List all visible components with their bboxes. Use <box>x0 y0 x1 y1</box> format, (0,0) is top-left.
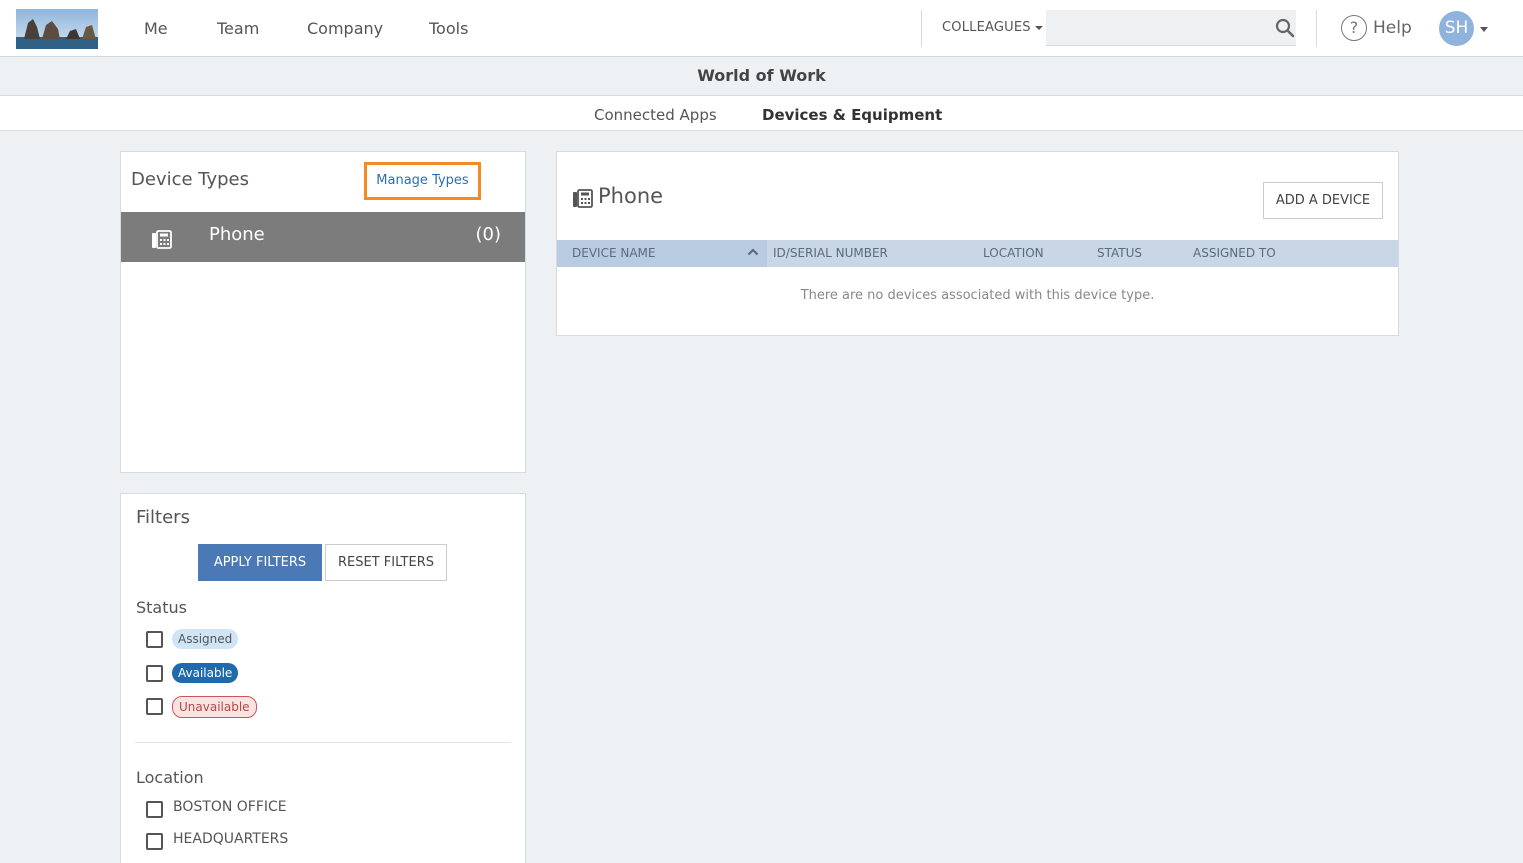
avatar[interactable]: SH <box>1439 11 1474 46</box>
device-types-heading: Device Types <box>131 169 250 190</box>
colleagues-dropdown[interactable]: COLLEAGUES <box>942 20 1043 35</box>
filters-heading: Filters <box>136 507 190 528</box>
phone-icon <box>573 189 593 208</box>
device-table-header: DEVICE NAME ID/SERIAL NUMBER LOCATION ST… <box>557 240 1398 267</box>
status-unavailable-checkbox[interactable] <box>146 698 163 715</box>
chevron-down-icon <box>1034 25 1043 30</box>
nav-company[interactable]: Company <box>307 19 383 38</box>
top-navbar: Me Team Company Tools COLLEAGUES ? Help … <box>0 0 1523 57</box>
nav-team[interactable]: Team <box>217 19 259 38</box>
tab-connected-apps[interactable]: Connected Apps <box>594 106 717 124</box>
reset-filters-button[interactable]: RESET FILTERS <box>325 544 447 581</box>
device-list-title: Phone <box>598 184 664 208</box>
column-device-name[interactable]: DEVICE NAME <box>572 246 655 260</box>
manage-types-link[interactable]: Manage Types <box>364 162 481 200</box>
sub-navigation: Connected Apps Devices & Equipment <box>0 95 1523 131</box>
question-mark-icon: ? <box>1341 15 1367 41</box>
colleagues-label: COLLEAGUES <box>942 20 1031 35</box>
tab-devices-equipment[interactable]: Devices & Equipment <box>762 106 942 124</box>
empty-state-message: There are no devices associated with thi… <box>800 288 1155 303</box>
apply-filters-button[interactable]: APPLY FILTERS <box>198 544 322 581</box>
location-boston-label: BOSTON OFFICE <box>173 799 287 815</box>
device-type-name: Phone <box>209 224 265 245</box>
page-title: World of Work <box>697 66 826 85</box>
device-type-item-phone[interactable]: Phone (0) <box>121 212 525 262</box>
location-label: Location <box>136 768 204 787</box>
add-device-button[interactable]: ADD A DEVICE <box>1263 182 1383 219</box>
filters-panel: Filters APPLY FILTERS RESET FILTERS Stat… <box>120 493 526 863</box>
column-serial-number[interactable]: ID/SERIAL NUMBER <box>773 246 888 260</box>
status-assigned-checkbox[interactable] <box>146 631 163 648</box>
device-types-panel: Device Types Manage Types Phone (0) <box>120 151 526 473</box>
nav-divider <box>921 10 922 47</box>
nav-tools[interactable]: Tools <box>429 19 468 38</box>
location-headquarters-label: HEADQUARTERS <box>173 831 289 847</box>
help-label: Help <box>1373 18 1412 38</box>
search-input[interactable] <box>1046 10 1296 46</box>
device-type-count: (0) <box>475 224 502 245</box>
status-badge-assigned: Assigned <box>172 629 239 649</box>
location-headquarters-checkbox[interactable] <box>146 833 163 850</box>
chevron-down-icon[interactable] <box>1480 27 1488 32</box>
sort-ascending-icon[interactable] <box>747 247 759 257</box>
status-badge-unavailable: Unavailable <box>172 696 257 718</box>
status-badge-available: Available <box>172 663 239 683</box>
location-boston-checkbox[interactable] <box>146 801 163 818</box>
company-logo[interactable] <box>16 9 98 49</box>
column-status[interactable]: STATUS <box>1097 246 1142 260</box>
device-list-panel: Phone ADD A DEVICE DEVICE NAME ID/SERIAL… <box>556 151 1399 336</box>
filters-divider <box>135 742 511 743</box>
nav-me[interactable]: Me <box>144 19 168 38</box>
status-available-checkbox[interactable] <box>146 665 163 682</box>
status-label: Status <box>136 598 187 617</box>
column-location[interactable]: LOCATION <box>983 246 1044 260</box>
phone-icon <box>152 230 172 249</box>
search-icon[interactable] <box>1275 18 1295 38</box>
nav-divider <box>1316 10 1317 47</box>
column-assigned-to[interactable]: ASSIGNED TO <box>1193 246 1276 260</box>
